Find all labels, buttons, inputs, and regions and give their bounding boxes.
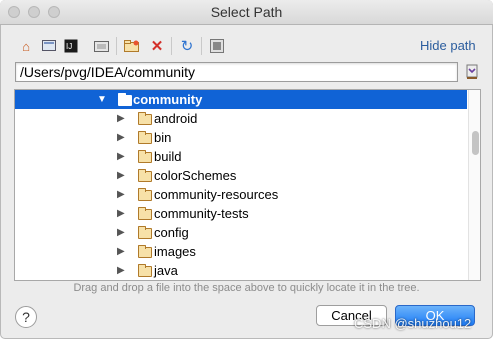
path-history-icon[interactable]: [465, 63, 479, 81]
chevron-right-icon[interactable]: ▶: [117, 227, 125, 238]
tree-item-label: community: [133, 92, 203, 107]
tree-scrollbar[interactable]: [468, 90, 480, 280]
home-icon[interactable]: ⌂: [18, 38, 34, 54]
folder-icon: [138, 245, 152, 258]
tree-item[interactable]: ▶ bin: [15, 128, 467, 147]
tree-item[interactable]: ▶ build: [15, 147, 467, 166]
chevron-right-icon[interactable]: ▶: [117, 189, 125, 200]
chevron-right-icon[interactable]: ▶: [117, 208, 125, 219]
tree-item[interactable]: ▶ community-resources: [15, 185, 467, 204]
chevron-right-icon[interactable]: ▶: [117, 265, 125, 276]
help-button[interactable]: ?: [15, 306, 37, 328]
folder-icon: [138, 188, 152, 201]
module-icon[interactable]: [94, 38, 110, 54]
tree-item[interactable]: ▶ java: [15, 261, 467, 280]
tree-item[interactable]: ▶ colorSchemes: [15, 166, 467, 185]
tree-item[interactable]: ▶ community-tests: [15, 204, 467, 223]
folder-icon: [118, 93, 132, 106]
tree-item-community[interactable]: ▼ community: [15, 90, 467, 109]
chevron-right-icon[interactable]: ▶: [117, 246, 125, 257]
delete-icon[interactable]: ✕: [149, 38, 165, 54]
tree-item-label: community-resources: [154, 187, 279, 202]
title-bar: Select Path: [0, 0, 493, 25]
tree-item-label: community-tests: [154, 206, 249, 221]
toolbar-separator: [201, 37, 202, 55]
watermark-text: CSDN @shuzhou12: [354, 316, 472, 331]
show-hidden-icon[interactable]: [209, 38, 225, 54]
folder-icon: [138, 207, 152, 220]
path-input[interactable]: /Users/pvg/IDEA/community: [15, 62, 458, 82]
refresh-icon[interactable]: ↻: [179, 38, 195, 54]
select-path-dialog: Select Path ⌂ IJ ✕ ↻ Hide path /Users/pv…: [0, 0, 493, 339]
project-icon[interactable]: IJ: [63, 38, 79, 54]
folder-icon: [138, 150, 152, 163]
toolbar-separator: [116, 37, 117, 55]
chevron-right-icon[interactable]: ▶: [117, 113, 125, 124]
chevron-right-icon[interactable]: ▶: [117, 151, 125, 162]
chevron-right-icon[interactable]: ▶: [117, 132, 125, 143]
new-folder-icon[interactable]: [124, 38, 140, 54]
window-title: Select Path: [210, 4, 283, 20]
file-tree[interactable]: ▼ community ▶ android ▶ bin ▶ build ▶ colorSche…: [14, 89, 481, 281]
scrollbar-thumb[interactable]: [472, 131, 479, 155]
tree-item-label: build: [154, 149, 182, 164]
tree-item-label: config: [154, 225, 189, 240]
tree-item[interactable]: ▶ images: [15, 242, 467, 261]
folder-icon: [138, 131, 152, 144]
tree-item-label: java: [154, 263, 178, 278]
tree-item-label: android: [154, 111, 198, 126]
tree-item-label: images: [154, 244, 196, 259]
tree-item-label: colorSchemes: [154, 168, 237, 183]
toolbar-separator: [171, 37, 172, 55]
tree-item[interactable]: ▶ android: [15, 109, 467, 128]
folder-icon: [138, 264, 152, 277]
hide-path-link[interactable]: Hide path: [420, 38, 476, 53]
drag-drop-hint: Drag and drop a file into the space abov…: [73, 282, 420, 294]
svg-text:IJ: IJ: [66, 42, 72, 51]
chevron-down-icon[interactable]: ▼: [97, 94, 107, 105]
tree-item[interactable]: ▶ config: [15, 223, 467, 242]
folder-icon: [138, 226, 152, 239]
folder-icon: [138, 112, 152, 125]
chevron-right-icon[interactable]: ▶: [117, 170, 125, 181]
tree-item-label: bin: [154, 130, 172, 145]
folder-icon: [138, 169, 152, 182]
desktop-icon[interactable]: [41, 38, 57, 54]
